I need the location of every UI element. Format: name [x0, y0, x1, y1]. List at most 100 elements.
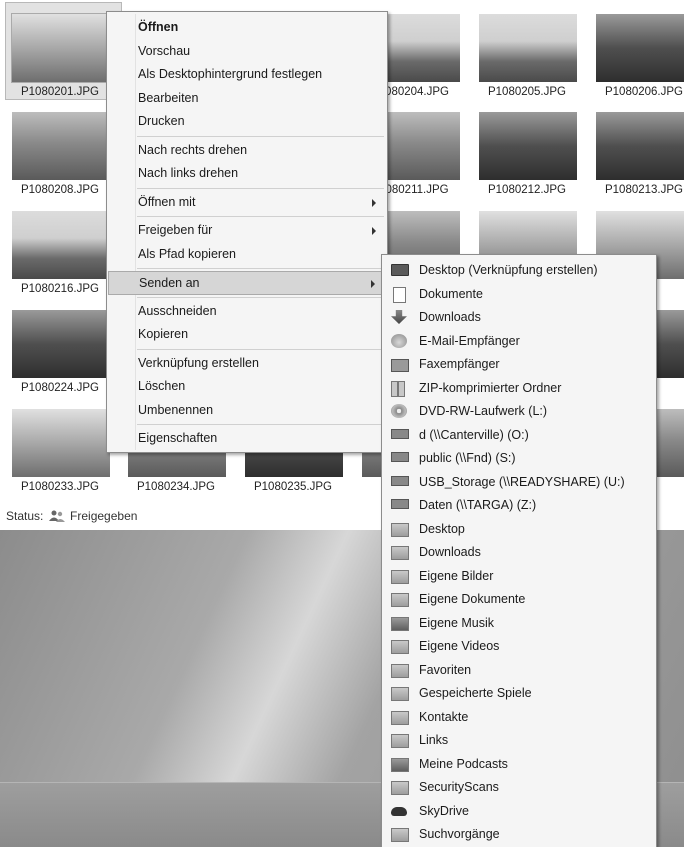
menu-item-label: Umbenennen [138, 402, 214, 417]
menu-item-label: Senden an [139, 276, 200, 290]
send-to-item-label: Meine Podcasts [419, 756, 508, 771]
folder-icon [391, 616, 409, 631]
send-to-item[interactable]: Favoriten [383, 659, 655, 682]
context-menu-item[interactable]: Als Pfad kopieren [108, 243, 386, 265]
send-to-item[interactable]: Dokumente [383, 283, 655, 306]
menu-separator [137, 135, 384, 137]
send-to-item-label: Desktop (Verknüpfung erstellen) [419, 263, 598, 277]
context-menu-item[interactable]: Senden an [108, 271, 386, 295]
thumbnail-image [596, 112, 684, 180]
send-to-item-label: Downloads [419, 545, 481, 559]
network-drive-icon [391, 475, 409, 486]
folder-icon [391, 546, 409, 560]
send-to-item[interactable]: Downloads [383, 306, 655, 329]
thumbnail-image [12, 211, 110, 279]
send-to-item[interactable]: ZIP-komprimierter Ordner [383, 377, 655, 400]
folder-icon [391, 710, 409, 725]
menu-item-label: Eigenschaften [138, 431, 218, 445]
send-to-item-label: Daten (\\TARGA) (Z:) [419, 498, 537, 512]
send-to-item[interactable]: SkyDrive [383, 800, 655, 823]
thumbnail-filename: P1080233.JPG [20, 481, 99, 493]
menu-item-label: Vorschau [138, 43, 191, 58]
send-to-item-label: Dokumente [419, 286, 483, 301]
context-menu-item[interactable]: Öffnen mit [108, 191, 386, 213]
menu-item-label: Nach rechts drehen [138, 142, 248, 157]
folder-icon [391, 828, 409, 842]
folder-icon [391, 781, 409, 795]
send-to-item[interactable]: Eigene Dokumente [383, 588, 655, 611]
menu-item-label: Als Desktophintergrund festlegen [138, 67, 323, 81]
send-to-item-label: E-Mail-Empfänger [419, 333, 520, 348]
send-to-item[interactable]: Eigene Videos [383, 635, 655, 658]
menu-separator [137, 296, 384, 298]
context-menu-item[interactable]: Bearbeiten [108, 87, 386, 109]
send-to-item-label: Eigene Videos [419, 639, 500, 653]
send-to-item[interactable]: Kontakte [383, 706, 655, 729]
send-to-item[interactable]: Desktop (Verknüpfung erstellen) [383, 259, 655, 282]
send-to-item[interactable]: Eigene Musik [383, 612, 655, 635]
status-bar: Status: Freigegeben [6, 509, 137, 523]
context-menu-item[interactable]: Kopieren [108, 323, 386, 345]
menu-item-label: Freigeben für [138, 223, 213, 237]
thumbnail-filename: P1080206.JPG [604, 86, 683, 98]
folder-icon [391, 569, 409, 584]
folder-icon [391, 593, 409, 607]
send-to-item[interactable]: Downloads [383, 541, 655, 564]
menu-item-label: Ausschneiden [138, 303, 217, 318]
folder-icon [391, 663, 409, 678]
menu-item-label: Drucken [138, 114, 185, 128]
context-menu-item[interactable]: Öffnen [108, 16, 386, 38]
context-menu-item[interactable]: Nach links drehen [108, 162, 386, 184]
context-menu-item[interactable]: Ausschneiden [108, 300, 386, 322]
send-to-item-label: d (\\Canterville) (O:) [419, 427, 529, 442]
monitor-icon [391, 264, 409, 276]
send-to-item[interactable]: Daten (\\TARGA) (Z:) [383, 494, 655, 517]
context-menu-item[interactable]: Nach rechts drehen [108, 139, 386, 161]
menu-item-label: Bearbeiten [138, 90, 199, 105]
thumbnail-filename: P1080216.JPG [20, 283, 99, 295]
dvd-drive-icon [391, 404, 407, 418]
folder-icon [391, 687, 409, 701]
context-menu-item[interactable]: Freigeben für [108, 219, 386, 241]
send-to-item[interactable]: d (\\Canterville) (O:) [383, 424, 655, 447]
menu-item-label: Verknüpfung erstellen [138, 355, 259, 370]
send-to-item-label: SecurityScans [419, 780, 499, 794]
thumbnail-filename: P1080205.JPG [487, 86, 566, 98]
thumbnail-filename: P1080235.JPG [253, 481, 332, 493]
context-menu-item[interactable]: Löschen [108, 375, 386, 397]
send-to-item-label: Eigene Dokumente [419, 592, 526, 606]
menu-item-label: Kopieren [138, 327, 189, 341]
fax-icon [391, 359, 409, 372]
send-to-item[interactable]: Suchvorgänge [383, 823, 655, 846]
context-menu-item[interactable]: Umbenennen [108, 399, 386, 421]
status-prefix: Status: [6, 509, 44, 523]
thumbnail-image [479, 112, 577, 180]
send-to-item[interactable]: Desktop [383, 518, 655, 541]
send-to-item[interactable]: Meine Podcasts [383, 753, 655, 776]
folder-icon [391, 757, 409, 772]
send-to-item[interactable]: E-Mail-Empfänger [383, 330, 655, 353]
send-to-item[interactable]: DVD-RW-Laufwerk (L:) [383, 400, 655, 423]
context-menu-item[interactable]: Eigenschaften [108, 427, 386, 449]
send-to-item[interactable]: Gespeicherte Spiele [383, 682, 655, 705]
send-to-item[interactable]: USB_Storage (\\READYSHARE) (U:) [383, 471, 655, 494]
context-menu-item[interactable]: Verknüpfung erstellen [108, 352, 386, 374]
send-to-submenu: Desktop (Verknüpfung erstellen) Dokumente… [381, 254, 657, 847]
send-to-item[interactable]: Links [383, 729, 655, 752]
zip-folder-icon [391, 380, 405, 397]
send-to-item-label: Links [419, 733, 449, 747]
menu-separator [137, 348, 384, 350]
send-to-item[interactable]: Faxempfänger [383, 353, 655, 376]
mail-icon [391, 333, 407, 348]
context-menu-item[interactable]: Vorschau [108, 40, 386, 62]
thumbnail-filename: P1080201.JPG [20, 86, 99, 98]
context-menu-item[interactable]: Drucken [108, 110, 386, 132]
thumbnail-image [12, 112, 110, 180]
send-to-item-label: public (\\Fnd) (S:) [419, 451, 516, 465]
send-to-item[interactable]: Eigene Bilder [383, 565, 655, 588]
send-to-item[interactable]: public (\\Fnd) (S:) [383, 447, 655, 470]
thumbnail-image [12, 310, 110, 378]
send-to-item-label: DVD-RW-Laufwerk (L:) [419, 404, 548, 418]
send-to-item[interactable]: SecurityScans [383, 776, 655, 799]
context-menu-item[interactable]: Als Desktophintergrund festlegen [108, 63, 386, 85]
